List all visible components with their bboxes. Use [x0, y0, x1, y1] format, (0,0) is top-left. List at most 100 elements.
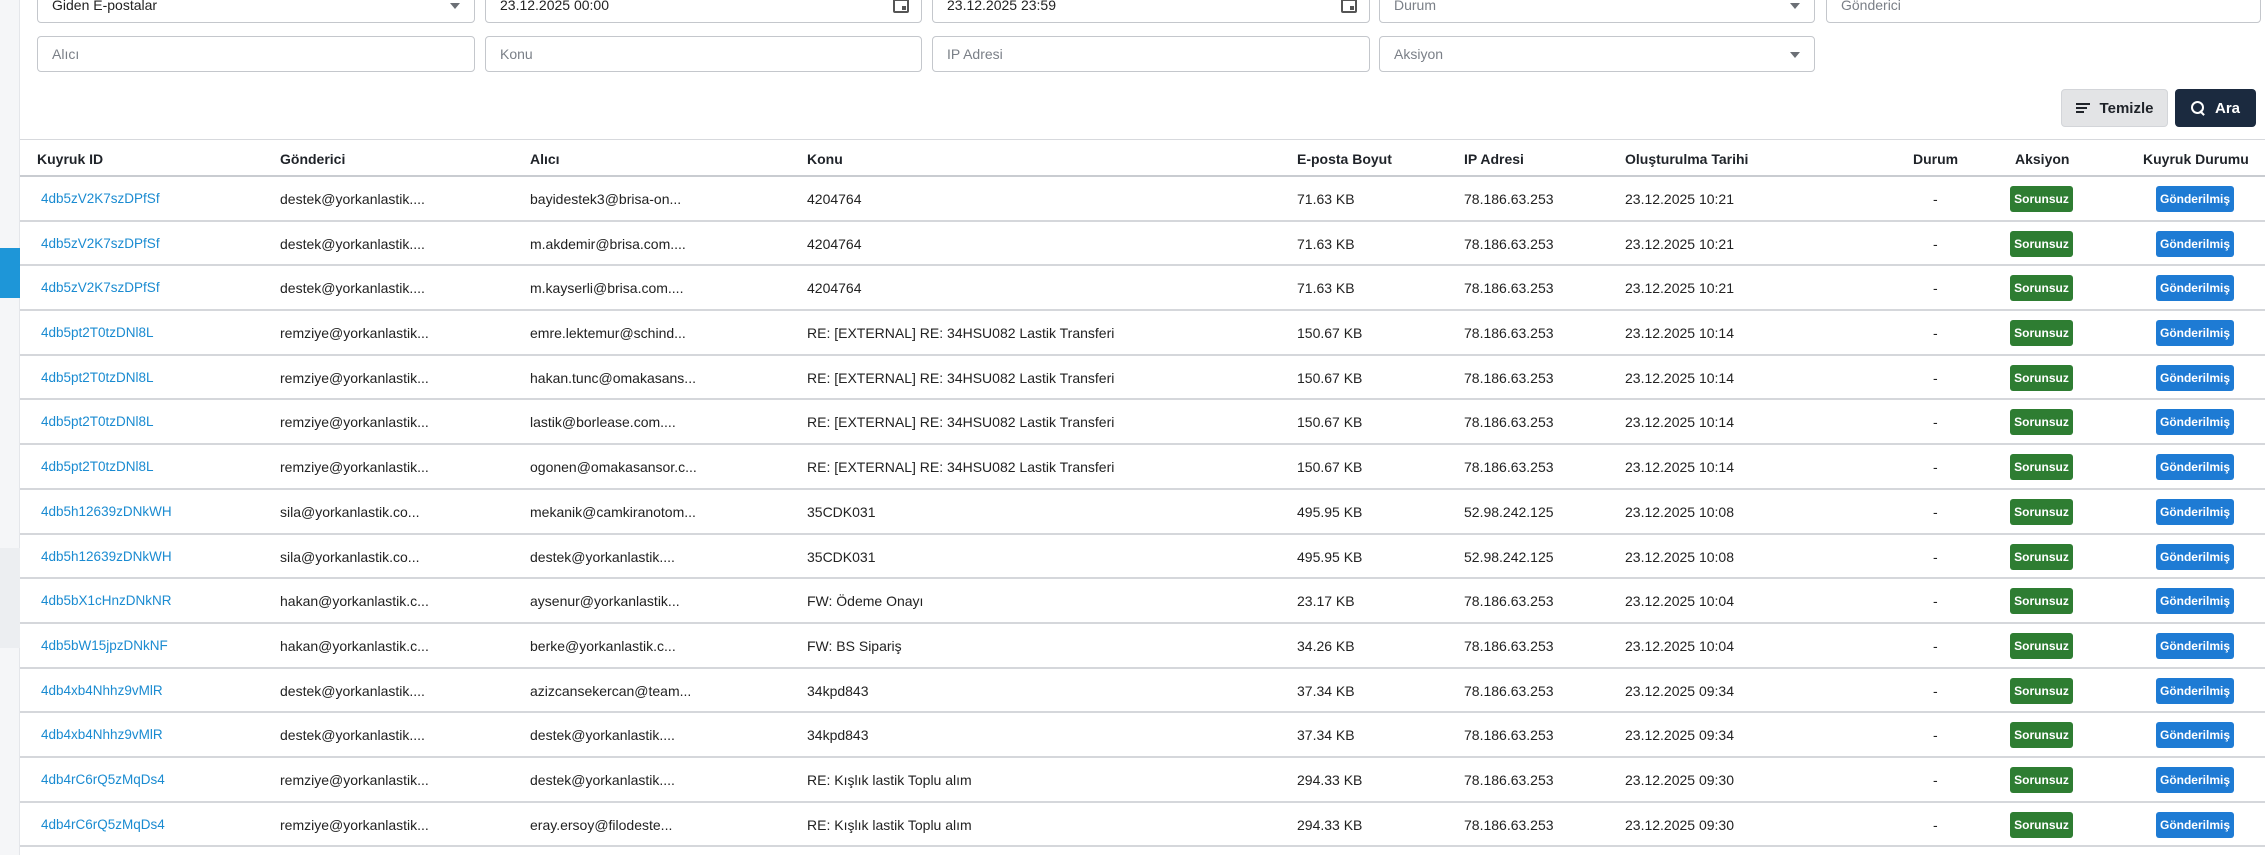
sender-cell: hakan@yorkanlastik.c... [280, 593, 429, 610]
calendar-icon[interactable] [1341, 0, 1357, 13]
queue-id-link[interactable]: 4db5zV2K7szDPfSf [41, 236, 160, 251]
subject-cell: FW: Ödeme Onayı [807, 593, 924, 610]
status-cell: - [1933, 459, 1938, 476]
queue-id-link[interactable]: 4db5pt2T0tzDNl8L [41, 459, 154, 474]
queue-id-link[interactable]: 4db5h12639zDNkWH [41, 549, 172, 564]
created-cell: 23.12.2025 09:30 [1625, 771, 1734, 788]
queue-id-link[interactable]: 4db4xb4Nhhz9vMlR [41, 727, 163, 742]
queue-id-link[interactable]: 4db5bX1cHnzDNkNR [41, 593, 172, 608]
queue-status-badge: Gönderilmiş [2156, 409, 2234, 436]
table-row[interactable]: 4db5zV2K7szDPfSf destek@yorkanlastik.... b… [20, 177, 2265, 222]
queue-id-link[interactable]: 4db5pt2T0tzDNl8L [41, 325, 154, 340]
sender-input[interactable]: Gönderici [1826, 0, 2261, 23]
column-header-sender[interactable]: Gönderici [280, 151, 345, 167]
recipient-cell: m.kayserli@brisa.com.... [530, 280, 684, 297]
size-cell: 495.95 KB [1297, 548, 1363, 565]
column-header-size[interactable]: E-posta Boyut [1297, 151, 1392, 167]
status-cell: - [1933, 280, 1938, 297]
recipient-cell: destek@yorkanlastik.... [530, 548, 675, 565]
ip-cell: 78.186.63.253 [1464, 816, 1554, 833]
table-row[interactable]: 4db5bX1cHnzDNkNR hakan@yorkanlastik.c... a… [20, 579, 2265, 624]
action-select[interactable]: Aksiyon [1379, 36, 1815, 72]
table-row[interactable]: 4db4rC6rQ5zMqDs4 remziye@yorkanlastik... d… [20, 758, 2265, 803]
column-header-queue-status[interactable]: Kuyruk Durumu [2143, 151, 2249, 167]
action-badge: Sorunsuz [2010, 722, 2073, 749]
start-date-field[interactable]: 23.12.2025 00:00 [485, 0, 922, 23]
created-cell: 23.12.2025 10:21 [1625, 191, 1734, 207]
table-row[interactable]: 4db5bW15jpzDNkNF hakan@yorkanlastik.c... b… [20, 624, 2265, 669]
recipient-cell: destek@yorkanlastik.... [530, 727, 675, 744]
table-row[interactable]: 4db4xb4Nhhz9vMlR destek@yorkanlastik.... d… [20, 713, 2265, 758]
table-row[interactable]: 4db5pt2T0tzDNl8L remziye@yorkanlastik... h… [20, 356, 2265, 401]
chevron-down-icon [450, 3, 460, 9]
action-badge: Sorunsuz [2010, 230, 2073, 257]
subject-cell: RE: [EXTERNAL] RE: 34HSU082 Lastik Trans… [807, 414, 1115, 431]
table-row[interactable]: 4db5pt2T0tzDNl8L remziye@yorkanlastik... l… [20, 400, 2265, 446]
status-cell: - [1933, 548, 1938, 565]
recipient-cell: azizcansekercan@team... [530, 682, 692, 699]
queue-id-link[interactable]: 4db5zV2K7szDPfSf [41, 280, 160, 295]
recipient-input[interactable]: Alıcı [37, 36, 475, 72]
column-header-ip[interactable]: IP Adresi [1464, 151, 1524, 167]
table-row[interactable]: 4db5pt2T0tzDNl8L remziye@yorkanlastik... e… [20, 311, 2265, 356]
table-row[interactable]: 4db5h12639zDNkWH sila@yorkanlastik.co... m… [20, 490, 2265, 535]
column-header-queue-id[interactable]: Kuyruk ID [37, 151, 103, 167]
column-header-action[interactable]: Aksiyon [2015, 151, 2069, 167]
action-badge: Sorunsuz [2010, 275, 2073, 302]
status-cell: - [1933, 369, 1938, 386]
search-button[interactable]: Ara [2175, 89, 2256, 127]
ip-cell: 78.186.63.253 [1464, 593, 1554, 610]
size-cell: 150.67 KB [1297, 369, 1363, 386]
recipient-cell: bayidestek3@brisa-on... [530, 191, 682, 207]
table-row[interactable]: 4db4rC6rQ5zMqDs4 remziye@yorkanlastik... e… [20, 803, 2265, 848]
queue-id-link[interactable]: 4db5h12639zDNkWH [41, 504, 172, 519]
ip-address-input[interactable]: IP Adresi [932, 36, 1370, 72]
ip-address-placeholder: IP Adresi [947, 46, 1003, 62]
sidebar-active-indicator[interactable] [0, 248, 20, 298]
table-row[interactable]: 4db5zV2K7szDPfSf destek@yorkanlastik.... m… [20, 266, 2265, 312]
size-cell: 150.67 KB [1297, 414, 1363, 431]
column-header-subject[interactable]: Konu [807, 151, 843, 167]
action-badge: Sorunsuz [2010, 186, 2073, 212]
ip-cell: 78.186.63.253 [1464, 727, 1554, 744]
subject-cell: RE: [EXTERNAL] RE: 34HSU082 Lastik Trans… [807, 459, 1115, 476]
column-header-status[interactable]: Durum [1913, 151, 1958, 167]
queue-id-link[interactable]: 4db4rC6rQ5zMqDs4 [41, 817, 165, 832]
queue-id-link[interactable]: 4db4rC6rQ5zMqDs4 [41, 772, 165, 787]
mail-type-select[interactable]: Giden E-postalar [37, 0, 475, 23]
queue-status-badge: Gönderilmiş [2156, 364, 2234, 391]
queue-id-link[interactable]: 4db5pt2T0tzDNl8L [41, 414, 154, 429]
sidebar-item[interactable] [0, 548, 20, 648]
table-row[interactable]: 4db5pt2T0tzDNl8L remziye@yorkanlastik... o… [20, 445, 2265, 490]
size-cell: 37.34 KB [1297, 682, 1355, 699]
sender-cell: sila@yorkanlastik.co... [280, 503, 420, 520]
table-row[interactable]: 4db5zV2K7szDPfSf destek@yorkanlastik.... m… [20, 222, 2265, 267]
status-select[interactable]: Durum [1379, 0, 1815, 23]
table-row[interactable]: 4db5h12639zDNkWH sila@yorkanlastik.co... d… [20, 535, 2265, 580]
queue-id-link[interactable]: 4db4xb4Nhhz9vMlR [41, 683, 163, 698]
table-row[interactable]: 4db4xb4Nhhz9vMlR destek@yorkanlastik.... a… [20, 669, 2265, 714]
end-date-field[interactable]: 23.12.2025 23:59 [932, 0, 1370, 23]
queue-status-badge: Gönderilmiş [2156, 766, 2234, 793]
queue-id-link[interactable]: 4db5bW15jpzDNkNF [41, 638, 168, 653]
recipient-cell: hakan.tunc@omakasans... [530, 369, 696, 386]
mail-log-page: Giden E-postalar 23.12.2025 00:00 23.12.… [0, 0, 2265, 855]
calendar-icon[interactable] [893, 0, 909, 13]
ip-cell: 78.186.63.253 [1464, 325, 1554, 342]
sender-cell: remziye@yorkanlastik... [280, 459, 429, 476]
queue-id-link[interactable]: 4db5pt2T0tzDNl8L [41, 370, 154, 385]
clear-button[interactable]: Temizle [2061, 89, 2168, 127]
ip-cell: 78.186.63.253 [1464, 369, 1554, 386]
status-placeholder: Durum [1394, 0, 1437, 13]
queue-status-badge: Gönderilmiş [2156, 632, 2234, 659]
recipient-cell: emre.lektemur@schind... [530, 325, 686, 342]
queue-id-link[interactable]: 4db5zV2K7szDPfSf [41, 191, 160, 206]
subject-placeholder: Konu [500, 46, 533, 62]
sender-cell: sila@yorkanlastik.co... [280, 548, 420, 565]
recipient-cell: berke@yorkanlastik.c... [530, 637, 676, 654]
action-placeholder: Aksiyon [1394, 46, 1444, 62]
subject-input[interactable]: Konu [485, 36, 922, 72]
column-header-recipient[interactable]: Alıcı [530, 151, 560, 167]
column-header-created[interactable]: Oluşturulma Tarihi [1625, 151, 1748, 167]
created-cell: 23.12.2025 10:14 [1625, 459, 1734, 476]
